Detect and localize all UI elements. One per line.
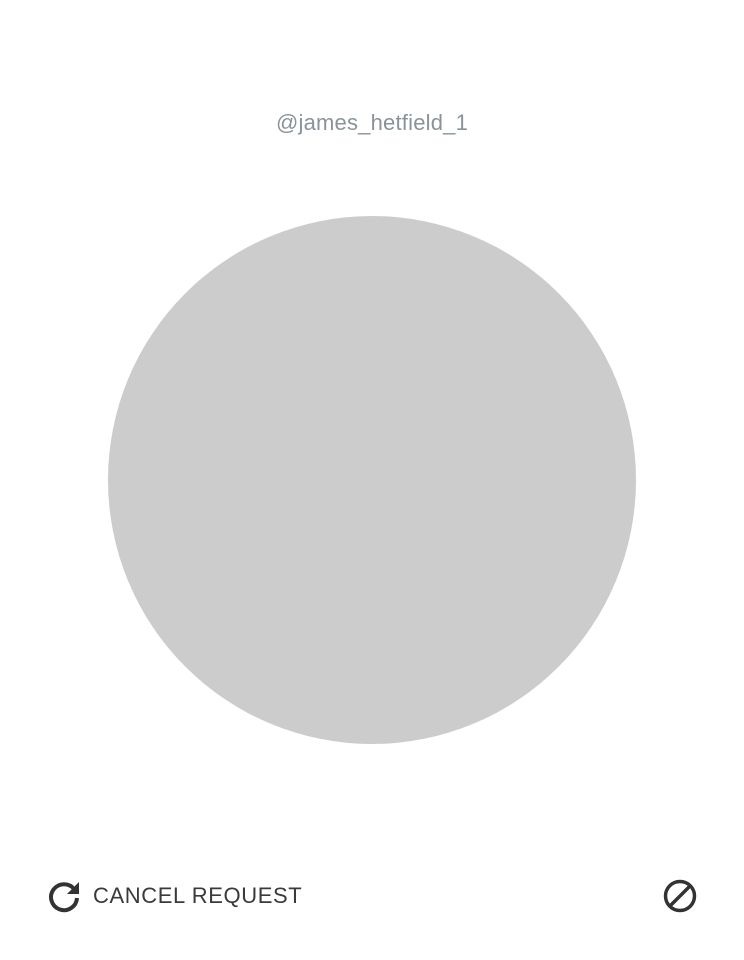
- avatar: [108, 216, 636, 744]
- block-icon: [662, 878, 698, 914]
- cancel-request-button[interactable]: CANCEL REQUEST: [46, 876, 302, 916]
- cancel-request-label: CANCEL REQUEST: [93, 883, 303, 908]
- username-label: @james_hetfield_1: [275, 110, 469, 135]
- refresh-icon: [46, 878, 82, 914]
- block-button[interactable]: [662, 878, 698, 914]
